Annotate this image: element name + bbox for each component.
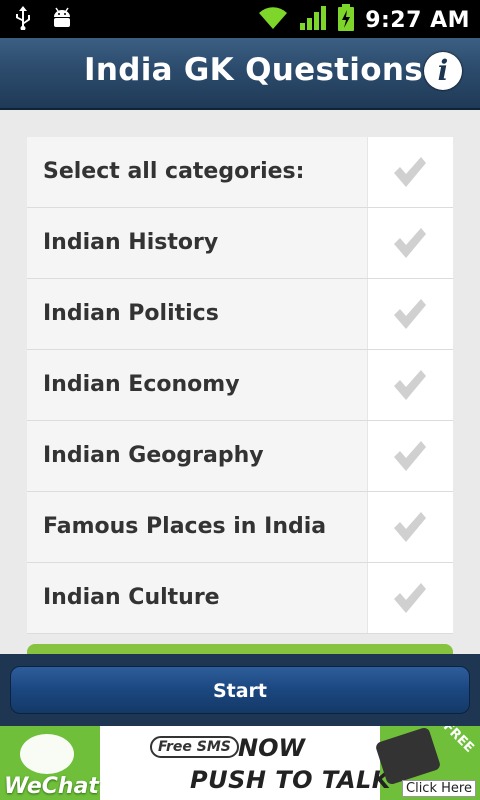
category-row[interactable]: Indian Culture: [27, 563, 453, 634]
app-header: India GK Questions i: [0, 38, 480, 110]
checkmark-icon: [394, 583, 426, 613]
android-debug-icon: [50, 6, 74, 34]
checkmark-icon: [394, 299, 426, 329]
signal-icon: [299, 5, 327, 35]
category-row[interactable]: Indian Geography: [27, 421, 453, 492]
category-row[interactable]: Indian Economy: [27, 350, 453, 421]
clock: 9:27 AM: [365, 7, 470, 33]
checkbox[interactable]: [367, 492, 453, 562]
wifi-icon: [257, 5, 289, 35]
category-label: Indian Geography: [43, 443, 264, 468]
wechat-logo-icon: [20, 734, 74, 774]
phone-icon: [374, 726, 442, 786]
checkmark-icon: [394, 228, 426, 258]
checkbox[interactable]: [367, 279, 453, 349]
ad-banner[interactable]: WeChat Free SMS NOW PUSH TO TALK Click H…: [0, 726, 480, 800]
status-bar: 9:27 AM: [0, 0, 480, 38]
category-row-select-all[interactable]: Select all categories:: [27, 137, 453, 208]
ad-brand: WeChat: [4, 774, 99, 799]
category-label: Indian Politics: [43, 301, 219, 326]
ad-free-ribbon: FREE: [440, 726, 477, 756]
checkbox[interactable]: [367, 421, 453, 491]
category-label: Indian Culture: [43, 585, 220, 610]
ad-headline-1: NOW: [238, 734, 305, 762]
checkmark-icon: [394, 157, 426, 187]
category-row[interactable]: Famous Places in India: [27, 492, 453, 563]
category-row[interactable]: Indian History: [27, 208, 453, 279]
checkmark-icon: [394, 441, 426, 471]
category-list: Select all categories: Indian History In…: [27, 137, 453, 634]
battery-charging-icon: [337, 4, 355, 36]
usb-icon: [14, 6, 32, 34]
ad-free-sms: Free SMS: [150, 736, 239, 758]
category-label: Famous Places in India: [43, 514, 327, 539]
category-label: Indian Economy: [43, 372, 240, 397]
ad-click-here[interactable]: Click Here: [402, 780, 476, 797]
start-button[interactable]: Start: [10, 666, 470, 714]
checkmark-icon: [394, 512, 426, 542]
checkbox[interactable]: [367, 208, 453, 278]
info-button[interactable]: i: [424, 52, 462, 90]
checkbox[interactable]: [367, 563, 453, 633]
checkbox[interactable]: [367, 350, 453, 420]
bottom-bar: Start: [0, 654, 480, 726]
checkbox[interactable]: [367, 137, 453, 207]
page-title: India GK Questions: [84, 52, 423, 88]
ad-headline-2: PUSH TO TALK: [190, 766, 391, 794]
category-label: Indian History: [43, 230, 219, 255]
category-row[interactable]: Indian Politics: [27, 279, 453, 350]
category-label: Select all categories:: [43, 159, 305, 184]
checkmark-icon: [394, 370, 426, 400]
